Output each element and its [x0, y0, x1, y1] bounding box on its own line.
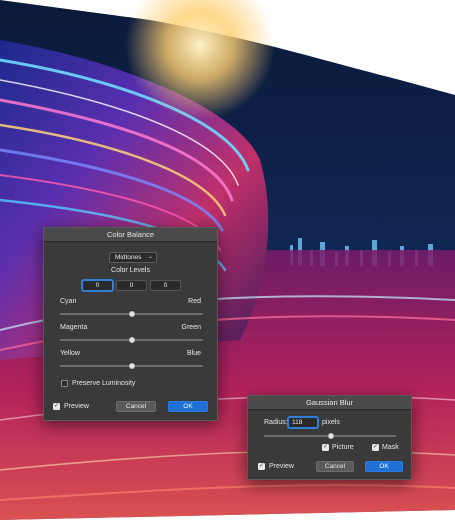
radius-slider[interactable] — [264, 433, 396, 439]
color-balance-title: Color Balance — [44, 228, 217, 242]
preserve-luminosity-label: Preserve Luminosity — [72, 380, 136, 387]
red-label: Red — [188, 298, 201, 305]
gaussian-blur-dialog: Gaussian Blur Radius: 118 pixels ✓ Pictu… — [247, 395, 412, 480]
magenta-green-slider[interactable] — [60, 337, 203, 343]
color-levels-label: Color Levels — [111, 267, 150, 274]
blur-ok-button[interactable]: OK — [365, 461, 403, 472]
mask-label: Mask — [382, 444, 399, 451]
preview-checkbox[interactable]: ✓ — [53, 403, 60, 410]
blur-preview-label: Preview — [269, 463, 294, 470]
blur-preview-checkbox[interactable]: ✓ — [258, 463, 265, 470]
yellow-label: Yellow — [60, 350, 80, 357]
tone-range-dropdown[interactable]: Midtones ⌄ — [109, 252, 157, 263]
gaussian-blur-title: Gaussian Blur — [248, 396, 411, 410]
color-balance-dialog: Color Balance Midtones ⌄ Color Levels 0 … — [43, 227, 218, 421]
cyan-red-slider-thumb[interactable] — [128, 311, 135, 317]
magenta-green-slider-thumb[interactable] — [128, 337, 135, 343]
color-level-3-input[interactable]: 0 — [150, 280, 181, 291]
cyan-label: Cyan — [60, 298, 77, 305]
cancel-button[interactable]: Cancel — [116, 401, 156, 412]
blur-cancel-button[interactable]: Cancel — [316, 461, 354, 472]
yellow-blue-slider[interactable] — [60, 363, 203, 369]
preview-label: Preview — [64, 403, 89, 410]
picture-label: Picture — [332, 444, 354, 451]
green-label: Green — [181, 324, 201, 331]
chevron-down-icon: ⌄ — [147, 254, 153, 260]
picture-checkbox[interactable]: ✓ — [322, 444, 329, 451]
radius-label: Radius: — [264, 419, 288, 426]
blue-label: Blue — [186, 350, 201, 357]
ok-button[interactable]: OK — [168, 401, 208, 412]
color-level-1-input[interactable]: 0 — [82, 280, 113, 291]
cyan-red-slider[interactable] — [60, 311, 203, 317]
mask-checkbox[interactable]: ✓ — [372, 444, 379, 451]
radius-unit-label: pixels — [322, 419, 340, 426]
radius-slider-thumb[interactable] — [328, 433, 335, 439]
yellow-blue-slider-thumb[interactable] — [128, 363, 135, 369]
color-level-2-input[interactable]: 0 — [116, 280, 147, 291]
preserve-luminosity-checkbox[interactable] — [61, 380, 68, 387]
tone-range-selected: Midtones — [115, 254, 142, 261]
radius-input[interactable]: 118 — [288, 417, 318, 428]
magenta-label: Magenta — [60, 324, 88, 331]
